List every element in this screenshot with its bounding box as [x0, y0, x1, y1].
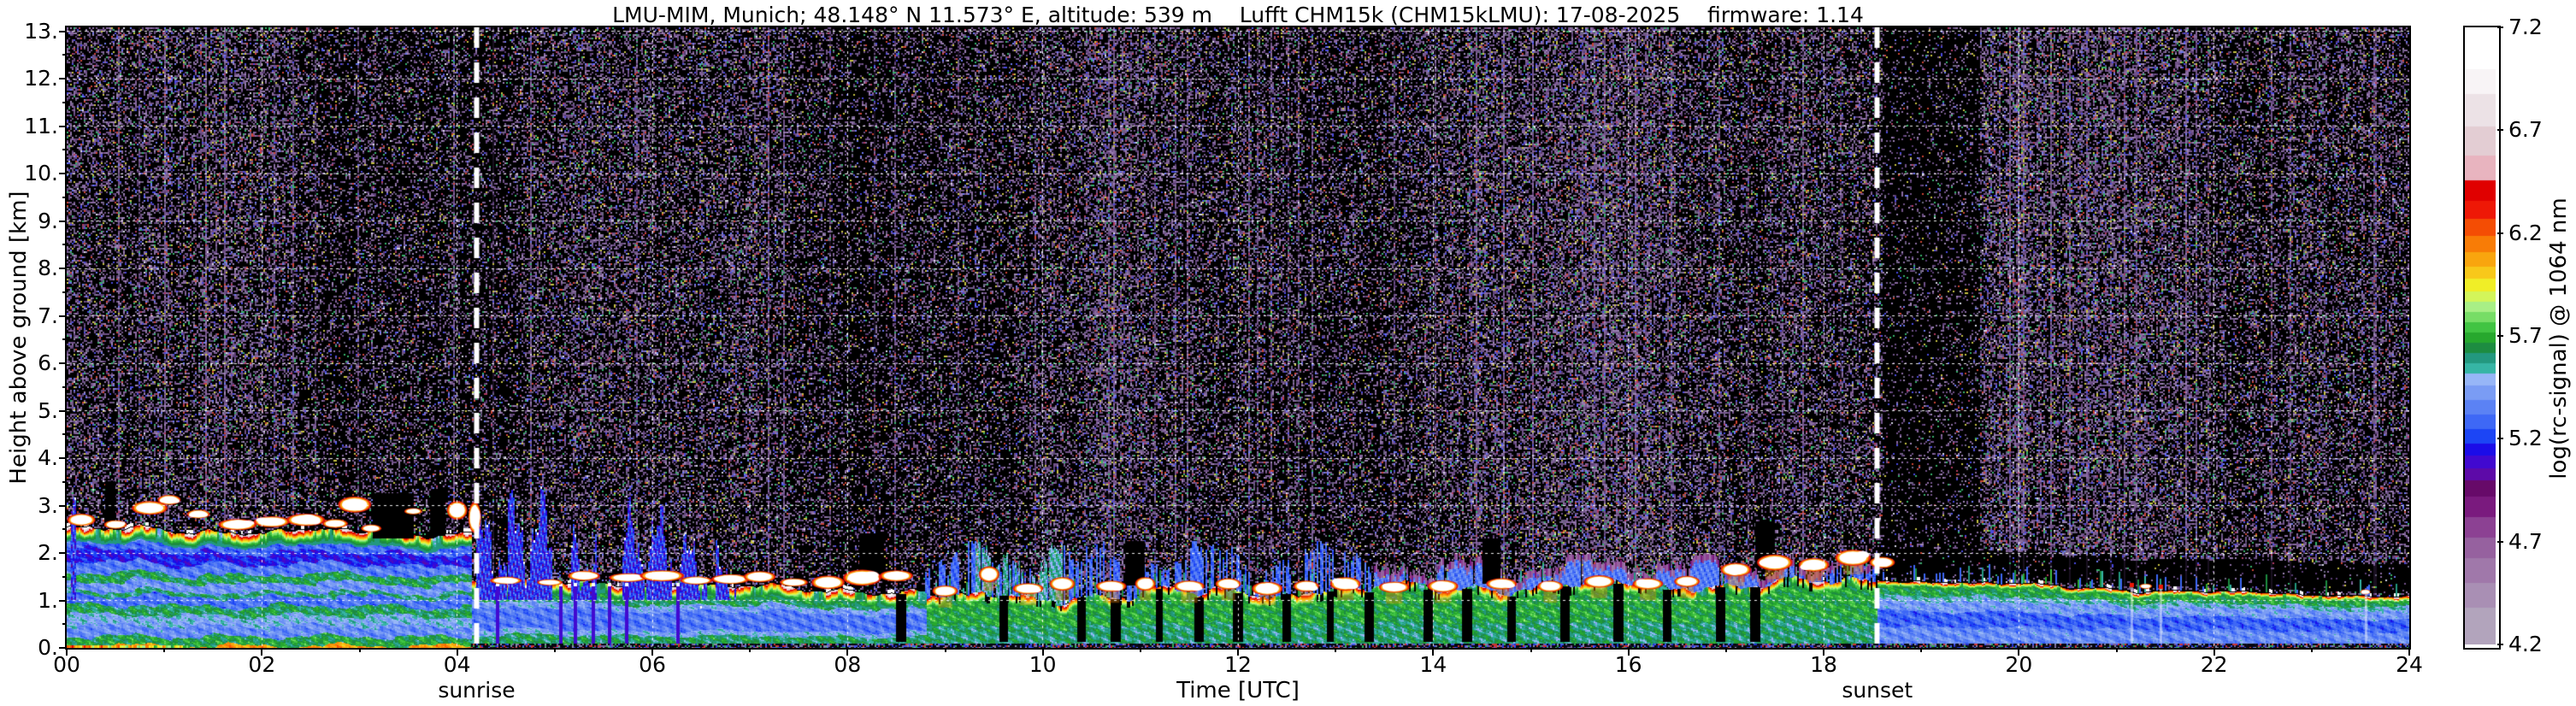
x-tick-label: 14	[1419, 652, 1447, 677]
x-minor-tick	[749, 648, 752, 652]
x-minor-tick	[1335, 648, 1337, 652]
y-tick	[59, 125, 67, 127]
y-tick-label: 0.	[38, 635, 58, 660]
y-tick	[59, 30, 67, 32]
x-minor-tick	[1920, 648, 1923, 652]
y-tick-label: 4.	[38, 445, 58, 470]
y-minor-tick	[62, 244, 67, 246]
y-tick	[59, 504, 67, 507]
y-minor-tick	[62, 338, 67, 341]
y-tick	[59, 362, 67, 364]
y-minor-tick	[62, 385, 67, 388]
sunrise-annotation: sunrise	[438, 678, 516, 703]
plot-frame	[65, 26, 2411, 650]
x-tick-label: 04	[443, 652, 471, 677]
x-minor-tick	[1139, 648, 1141, 652]
x-tick-label: 06	[639, 652, 666, 677]
y-tick-label: 13.	[24, 18, 58, 44]
x-minor-tick	[358, 648, 361, 652]
y-minor-tick	[62, 149, 67, 151]
y-tick-label: 3.	[38, 492, 58, 518]
y-tick	[59, 315, 67, 317]
colorbar-label: log(rc-signal) @ 1064 nm	[2546, 197, 2572, 479]
sunset-annotation: sunset	[1842, 678, 1913, 703]
y-minor-tick	[62, 480, 67, 483]
y-minor-tick	[62, 291, 67, 293]
x-minor-tick	[2115, 648, 2118, 652]
y-tick-label: 11.	[24, 113, 58, 138]
y-tick-label: 1.	[38, 587, 58, 613]
colorbar-frame	[2463, 26, 2501, 650]
x-tick-label: 08	[834, 652, 862, 677]
x-minor-tick	[163, 648, 166, 652]
y-tick	[59, 173, 67, 174]
ceilometer-quicklook-figure: LMU-MIM, Munich; 48.148° N 11.573° E, al…	[0, 0, 2576, 706]
x-minor-tick	[1724, 648, 1727, 652]
y-tick-label: 2.	[38, 540, 58, 565]
y-tick-label: 7.	[38, 303, 58, 328]
plot-title: LMU-MIM, Munich; 48.148° N 11.573° E, al…	[612, 3, 1864, 27]
x-tick-label: 16	[1614, 652, 1642, 677]
y-tick-label: 5.	[38, 397, 58, 423]
y-tick	[59, 599, 67, 602]
x-minor-tick	[553, 648, 556, 652]
x-tick-label: 10	[1029, 652, 1057, 677]
y-tick	[59, 268, 67, 269]
y-tick-label: 8.	[38, 256, 58, 280]
y-minor-tick	[62, 433, 67, 436]
y-tick	[59, 409, 67, 412]
y-tick	[59, 647, 67, 649]
y-minor-tick	[62, 575, 67, 578]
y-tick	[59, 220, 67, 222]
y-tick-label: 9.	[38, 208, 58, 233]
x-minor-tick	[944, 648, 946, 652]
x-tick-label: 20	[2005, 652, 2033, 677]
y-tick-label: 10.	[24, 161, 58, 185]
x-tick-label: 02	[248, 652, 276, 677]
y-minor-tick	[62, 101, 67, 103]
y-minor-tick	[62, 54, 67, 56]
x-minor-tick	[1530, 648, 1532, 652]
x-tick-label: 18	[1810, 652, 1837, 677]
y-tick	[59, 78, 67, 79]
y-tick-label: 6.	[38, 350, 58, 375]
y-minor-tick	[62, 623, 67, 626]
x-tick-label: 12	[1224, 652, 1252, 677]
y-minor-tick	[62, 196, 67, 198]
y-tick	[59, 552, 67, 554]
x-tick-label: 24	[2396, 652, 2423, 677]
y-tick	[59, 457, 67, 459]
y-minor-tick	[62, 528, 67, 531]
x-minor-tick	[2310, 648, 2313, 652]
y-tick-label: 12.	[24, 66, 58, 91]
x-tick-label: 22	[2200, 652, 2228, 677]
